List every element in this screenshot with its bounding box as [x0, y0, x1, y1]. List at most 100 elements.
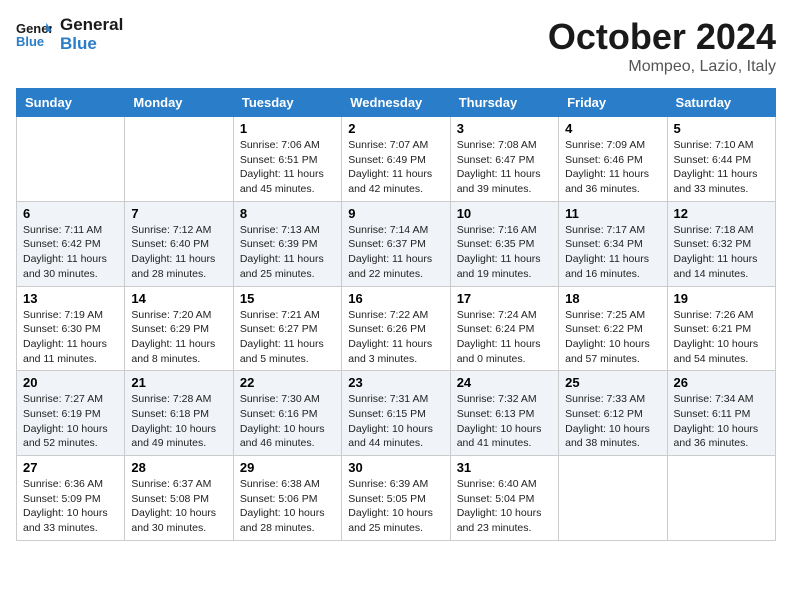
calendar-cell: 1 Sunrise: 7:06 AMSunset: 6:51 PMDaylight…	[233, 117, 341, 202]
calendar-cell: 12 Sunrise: 7:18 AMSunset: 6:32 PMDayligh…	[667, 201, 775, 286]
day-number: 11	[565, 206, 660, 221]
calendar-cell: 10Sunrise: 7:16 AMSunset: 6:35 PMDayligh…	[450, 201, 558, 286]
day-info: Sunrise: 7:32 AMSunset: 6:13 PMDaylight:…	[457, 392, 552, 451]
calendar-cell: 9Sunrise: 7:14 AMSunset: 6:37 PMDaylight…	[342, 201, 450, 286]
day-number: 26	[674, 375, 769, 390]
day-info: Sunrise: 7:10 AMSunset: 6:44 PMDaylight:…	[674, 138, 769, 197]
day-info: Sunrise: 7:12 AMSunset: 6:40 PMDaylight:…	[131, 223, 226, 282]
day-number: 29	[240, 460, 335, 475]
day-number: 3	[457, 121, 552, 136]
day-number: 24	[457, 375, 552, 390]
day-number: 21	[131, 375, 226, 390]
calendar-cell: 18Sunrise: 7:25 AMSunset: 6:22 PMDayligh…	[559, 286, 667, 371]
day-info: Sunrise: 6:38 AMSunset: 5:06 PMDaylight:…	[240, 477, 335, 536]
day-info: Sunrise: 7:18 AMSunset: 6:32 PMDaylight:…	[674, 223, 769, 282]
calendar-week-row: 20Sunrise: 7:27 AMSunset: 6:19 PMDayligh…	[17, 371, 776, 456]
day-info: Sunrise: 6:39 AMSunset: 5:05 PMDaylight:…	[348, 477, 443, 536]
logo-line1: General	[60, 16, 123, 35]
calendar-cell: 24 Sunrise: 7:32 AMSunset: 6:13 PMDayligh…	[450, 371, 558, 456]
day-info: Sunrise: 7:19 AMSunset: 6:30 PMDaylight:…	[23, 308, 118, 367]
day-info: Sunrise: 7:34 AMSunset: 6:11 PMDaylight:…	[674, 392, 769, 451]
calendar-week-row: 6 Sunrise: 7:11 AMSunset: 6:42 PMDaylight…	[17, 201, 776, 286]
day-number: 27	[23, 460, 118, 475]
calendar-cell: 29 Sunrise: 6:38 AMSunset: 5:06 PMDayligh…	[233, 456, 341, 541]
calendar-cell: 5 Sunrise: 7:10 AMSunset: 6:44 PMDaylight…	[667, 117, 775, 202]
day-number: 6	[23, 206, 118, 221]
day-info: Sunrise: 7:09 AMSunset: 6:46 PMDaylight:…	[565, 138, 660, 197]
calendar-week-row: 27 Sunrise: 6:36 AMSunset: 5:09 PMDayligh…	[17, 456, 776, 541]
calendar-cell: 20Sunrise: 7:27 AMSunset: 6:19 PMDayligh…	[17, 371, 125, 456]
weekday-header: Monday	[125, 89, 233, 117]
weekday-header: Thursday	[450, 89, 558, 117]
calendar-cell: 16 Sunrise: 7:22 AMSunset: 6:26 PMDayligh…	[342, 286, 450, 371]
day-number: 10	[457, 206, 552, 221]
day-number: 5	[674, 121, 769, 136]
day-number: 8	[240, 206, 335, 221]
calendar-cell	[667, 456, 775, 541]
day-info: Sunrise: 7:17 AMSunset: 6:34 PMDaylight:…	[565, 223, 660, 282]
calendar-cell: 14Sunrise: 7:20 AMSunset: 6:29 PMDayligh…	[125, 286, 233, 371]
calendar-cell	[125, 117, 233, 202]
day-number: 13	[23, 291, 118, 306]
day-number: 17	[457, 291, 552, 306]
day-number: 31	[457, 460, 552, 475]
calendar: SundayMondayTuesdayWednesdayThursdayFrid…	[16, 88, 776, 541]
day-number: 22	[240, 375, 335, 390]
day-info: Sunrise: 7:14 AMSunset: 6:37 PMDaylight:…	[348, 223, 443, 282]
calendar-cell: 6 Sunrise: 7:11 AMSunset: 6:42 PMDaylight…	[17, 201, 125, 286]
calendar-week-row: 13 Sunrise: 7:19 AMSunset: 6:30 PMDayligh…	[17, 286, 776, 371]
weekday-header: Friday	[559, 89, 667, 117]
day-info: Sunrise: 7:08 AMSunset: 6:47 PMDaylight:…	[457, 138, 552, 197]
day-number: 15	[240, 291, 335, 306]
calendar-cell: 23Sunrise: 7:31 AMSunset: 6:15 PMDayligh…	[342, 371, 450, 456]
day-number: 1	[240, 121, 335, 136]
calendar-cell: 25 Sunrise: 7:33 AMSunset: 6:12 PMDayligh…	[559, 371, 667, 456]
calendar-cell: 19Sunrise: 7:26 AMSunset: 6:21 PMDayligh…	[667, 286, 775, 371]
calendar-cell: 8Sunrise: 7:13 AMSunset: 6:39 PMDaylight…	[233, 201, 341, 286]
day-number: 7	[131, 206, 226, 221]
day-info: Sunrise: 6:36 AMSunset: 5:09 PMDaylight:…	[23, 477, 118, 536]
month-title: October 2024	[548, 16, 776, 58]
day-info: Sunrise: 7:31 AMSunset: 6:15 PMDaylight:…	[348, 392, 443, 451]
calendar-cell: 11 Sunrise: 7:17 AMSunset: 6:34 PMDayligh…	[559, 201, 667, 286]
day-info: Sunrise: 7:33 AMSunset: 6:12 PMDaylight:…	[565, 392, 660, 451]
calendar-cell: 17 Sunrise: 7:24 AMSunset: 6:24 PMDayligh…	[450, 286, 558, 371]
calendar-cell: 7 Sunrise: 7:12 AMSunset: 6:40 PMDaylight…	[125, 201, 233, 286]
weekday-header-row: SundayMondayTuesdayWednesdayThursdayFrid…	[17, 89, 776, 117]
weekday-header: Tuesday	[233, 89, 341, 117]
calendar-cell	[559, 456, 667, 541]
day-number: 2	[348, 121, 443, 136]
day-number: 25	[565, 375, 660, 390]
day-info: Sunrise: 7:30 AMSunset: 6:16 PMDaylight:…	[240, 392, 335, 451]
day-info: Sunrise: 7:25 AMSunset: 6:22 PMDaylight:…	[565, 308, 660, 367]
day-number: 12	[674, 206, 769, 221]
calendar-cell: 2Sunrise: 7:07 AMSunset: 6:49 PMDaylight…	[342, 117, 450, 202]
logo-icon: General Blue	[16, 17, 52, 53]
day-info: Sunrise: 7:28 AMSunset: 6:18 PMDaylight:…	[131, 392, 226, 451]
calendar-cell: 4Sunrise: 7:09 AMSunset: 6:46 PMDaylight…	[559, 117, 667, 202]
day-number: 16	[348, 291, 443, 306]
logo: General Blue General Blue	[16, 16, 123, 53]
logo-line2: Blue	[60, 35, 123, 54]
calendar-cell: 21 Sunrise: 7:28 AMSunset: 6:18 PMDayligh…	[125, 371, 233, 456]
svg-text:Blue: Blue	[16, 33, 44, 48]
location: Mompeo, Lazio, Italy	[548, 58, 776, 76]
day-info: Sunrise: 6:37 AMSunset: 5:08 PMDaylight:…	[131, 477, 226, 536]
calendar-cell	[17, 117, 125, 202]
calendar-cell: 26 Sunrise: 7:34 AMSunset: 6:11 PMDayligh…	[667, 371, 775, 456]
day-info: Sunrise: 6:40 AMSunset: 5:04 PMDaylight:…	[457, 477, 552, 536]
title-block: October 2024 Mompeo, Lazio, Italy	[548, 16, 776, 76]
weekday-header: Wednesday	[342, 89, 450, 117]
day-info: Sunrise: 7:24 AMSunset: 6:24 PMDaylight:…	[457, 308, 552, 367]
calendar-cell: 31 Sunrise: 6:40 AMSunset: 5:04 PMDayligh…	[450, 456, 558, 541]
calendar-cell: 28 Sunrise: 6:37 AMSunset: 5:08 PMDayligh…	[125, 456, 233, 541]
day-number: 28	[131, 460, 226, 475]
page-header: General Blue General Blue October 2024 M…	[16, 16, 776, 76]
weekday-header: Sunday	[17, 89, 125, 117]
day-info: Sunrise: 7:11 AMSunset: 6:42 PMDaylight:…	[23, 223, 118, 282]
calendar-week-row: 1 Sunrise: 7:06 AMSunset: 6:51 PMDaylight…	[17, 117, 776, 202]
calendar-cell: 22 Sunrise: 7:30 AMSunset: 6:16 PMDayligh…	[233, 371, 341, 456]
day-info: Sunrise: 7:22 AMSunset: 6:26 PMDaylight:…	[348, 308, 443, 367]
day-info: Sunrise: 7:27 AMSunset: 6:19 PMDaylight:…	[23, 392, 118, 451]
day-info: Sunrise: 7:06 AMSunset: 6:51 PMDaylight:…	[240, 138, 335, 197]
